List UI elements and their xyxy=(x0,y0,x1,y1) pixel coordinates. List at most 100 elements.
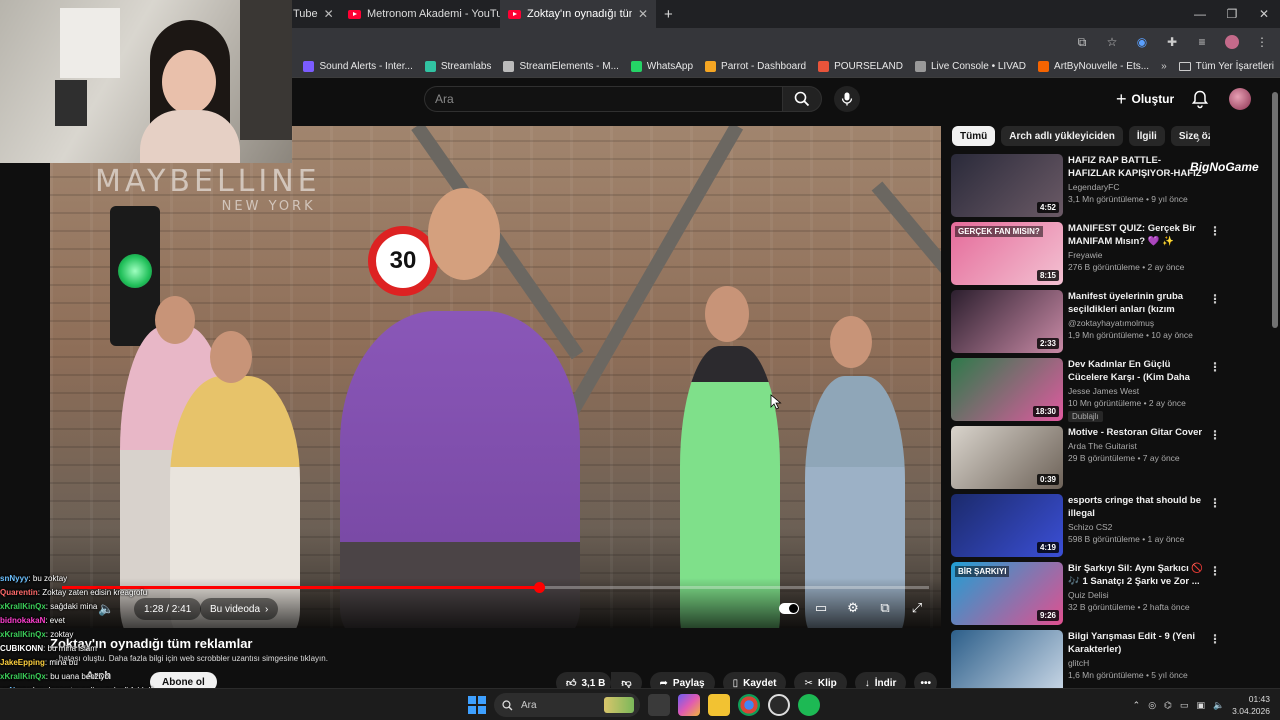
bookmark-item[interactable]: Sound Alerts - Inter... xyxy=(297,61,418,72)
video-thumbnail[interactable] xyxy=(951,630,1063,693)
video-thumbnail[interactable]: 4:19 xyxy=(951,494,1063,557)
recommendation-item[interactable]: BİR ŞARKIYI 9:26 Bir Şarkıyı Sil: Aynı Şar… xyxy=(951,562,1226,630)
more-options-icon[interactable]: ⋮ xyxy=(1209,632,1221,646)
channel-name[interactable]: Quiz Delisi xyxy=(1068,590,1206,600)
fullscreen-icon[interactable]: ⤢ xyxy=(907,598,927,618)
bookmark-item[interactable]: ArtByNouvelle - Ets... xyxy=(1032,61,1155,72)
video-thumbnail[interactable]: BİR ŞARKIYI 9:26 xyxy=(951,562,1063,625)
video-title-link[interactable]: MANIFEST QUIZ: Gerçek Bir MANIFAM Mısın?… xyxy=(1068,222,1206,248)
recommendation-item[interactable]: GERÇEK FAN MISIN? 8:15 MANIFEST QUIZ: Gerç… xyxy=(951,222,1226,290)
recommendation-item[interactable]: 0:39 Motive - Restoran Gitar Cover Arda Th… xyxy=(951,426,1226,494)
channel-name[interactable]: glitcH xyxy=(1068,658,1206,668)
miniplayer-icon[interactable]: ⧉ xyxy=(875,598,895,618)
channel-name[interactable]: LegendaryFC xyxy=(1068,182,1206,192)
recommendation-item[interactable]: 18:30 Dev Kadınlar En Güçlü Cücelere Karş… xyxy=(951,358,1226,426)
chip-all[interactable]: Tümü xyxy=(952,126,996,146)
install-app-icon[interactable]: ⧉ xyxy=(1072,32,1092,52)
bookmark-item[interactable]: Parrot - Dashboard xyxy=(699,61,812,72)
browser-menu-icon[interactable]: ⋮ xyxy=(1252,32,1272,52)
video-thumbnail[interactable]: 4:52 xyxy=(951,154,1063,217)
more-options-icon[interactable]: ⋮ xyxy=(1209,360,1221,374)
bookmark-favicon-icon xyxy=(1038,61,1050,72)
all-bookmarks-folder[interactable]: Tüm Yer İşaretleri xyxy=(1173,61,1280,72)
profile-avatar-icon[interactable] xyxy=(1222,32,1242,52)
close-tab-icon[interactable]: ✕ xyxy=(324,7,334,21)
channel-name[interactable]: Jesse James West xyxy=(1068,386,1206,396)
recommendation-item[interactable]: 2:33 Manifest üyelerinin gruba seçildikle… xyxy=(951,290,1226,358)
video-title-link[interactable]: Bir Şarkıyı Sil: Aynı Şarkıcı 🚫 🎶 1 Sana… xyxy=(1068,562,1206,588)
video-title-link[interactable]: esports cringe that should be illegal xyxy=(1068,494,1206,520)
channel-name[interactable]: Schizo CS2 xyxy=(1068,522,1206,532)
chips-next-chevron-icon[interactable]: › xyxy=(1196,132,1200,146)
close-tab-icon[interactable]: ✕ xyxy=(638,7,648,21)
tray-display-icon[interactable]: ▣ xyxy=(1196,700,1205,711)
notifications-bell-icon[interactable] xyxy=(1190,89,1210,109)
close-window-icon[interactable]: ✕ xyxy=(1248,0,1280,28)
chip-for-you[interactable]: Size öz xyxy=(1170,126,1210,146)
windows-start-icon[interactable] xyxy=(468,696,486,714)
copilot-icon[interactable] xyxy=(678,694,700,716)
more-options-icon[interactable]: ⋮ xyxy=(1209,224,1221,238)
minimize-icon[interactable]: — xyxy=(1184,0,1216,28)
more-options-icon[interactable]: ⋮ xyxy=(1209,428,1221,442)
voice-search-button[interactable] xyxy=(834,86,860,112)
channel-name[interactable]: Arda The Guitarist xyxy=(1068,441,1206,451)
tray-network-icon[interactable]: ⌬ xyxy=(1164,700,1172,711)
settings-gear-icon[interactable]: ⚙ xyxy=(843,598,863,618)
search-button[interactable] xyxy=(782,86,822,112)
search-input[interactable]: Ara xyxy=(424,86,782,112)
recommendation-item[interactable]: 4:19 esports cringe that should be illega… xyxy=(951,494,1226,562)
channel-name[interactable]: @zoktayhayatımolmuş xyxy=(1068,318,1206,328)
bookmark-item[interactable]: Live Console • LIVAD xyxy=(909,61,1032,72)
extension-audio-icon[interactable]: ◉ xyxy=(1132,32,1152,52)
video-title-link[interactable]: Dev Kadınlar En Güçlü Cücelere Karşı - (… xyxy=(1068,358,1206,384)
file-explorer-icon[interactable] xyxy=(708,694,730,716)
taskbar-clock[interactable]: 01:43 3.04.2026 xyxy=(1232,693,1270,717)
video-title-link[interactable]: Manifest üyelerinin gruba seçildikleri a… xyxy=(1068,290,1206,316)
channel-name[interactable]: Freyawie xyxy=(1068,250,1206,260)
maximize-icon[interactable]: ❐ xyxy=(1216,0,1248,28)
taskbar-search[interactable]: Ara xyxy=(494,693,640,717)
spotify-icon[interactable] xyxy=(798,694,820,716)
tray-battery-icon[interactable]: ▭ xyxy=(1180,700,1189,711)
bookmark-item[interactable]: WhatsApp xyxy=(625,61,699,72)
video-thumbnail[interactable]: 18:30 xyxy=(951,358,1063,421)
more-options-icon[interactable]: ⋮ xyxy=(1209,496,1221,510)
task-view-icon[interactable] xyxy=(648,694,670,716)
page-scrollbar[interactable] xyxy=(1270,80,1280,688)
subtitles-icon[interactable]: ▭ xyxy=(811,598,831,618)
tab-search-icon[interactable]: ≡ xyxy=(1192,32,1212,52)
bookmark-star-icon[interactable]: ☆ xyxy=(1102,32,1122,52)
recommendation-item[interactable]: 4:52 HAFIZ RAP BATTLE-HAFIZLAR KAPIŞIYOR-… xyxy=(951,154,1226,222)
webcam-overlay xyxy=(0,0,292,163)
bookmark-item[interactable]: POURSELAND xyxy=(812,61,909,72)
chrome-icon[interactable] xyxy=(738,694,760,716)
video-title-link[interactable]: HAFIZ RAP BATTLE-HAFIZLAR KAPIŞIYOR-HAFI… xyxy=(1068,154,1206,180)
bookmark-item[interactable]: StreamElements - M... xyxy=(497,61,624,72)
tab-active-video[interactable]: Zoktay'ın oynadığı tüm reklaml ✕ xyxy=(500,0,656,28)
scrubber-handle[interactable] xyxy=(533,582,545,593)
scrollbar-thumb[interactable] xyxy=(1272,92,1278,328)
chip-related[interactable]: İlgili xyxy=(1128,126,1165,146)
video-thumbnail[interactable]: 2:33 xyxy=(951,290,1063,353)
bookmarks-overflow-icon[interactable]: » xyxy=(1155,61,1173,72)
autoplay-toggle[interactable] xyxy=(779,598,799,618)
account-avatar[interactable] xyxy=(1229,88,1251,110)
extensions-puzzle-icon[interactable]: ✚ xyxy=(1162,32,1182,52)
bookmark-item[interactable]: Streamlabs xyxy=(419,61,498,72)
tray-chevron-icon[interactable]: ⌃ xyxy=(1133,700,1141,711)
more-options-icon[interactable]: ⋮ xyxy=(1209,292,1221,306)
video-thumbnail[interactable]: GERÇEK FAN MISIN? 8:15 xyxy=(951,222,1063,285)
create-button[interactable]: + Oluştur xyxy=(1116,86,1174,112)
obs-icon[interactable] xyxy=(768,694,790,716)
new-tab-button[interactable]: + xyxy=(656,0,681,28)
more-options-icon[interactable]: ⋮ xyxy=(1209,564,1221,578)
video-title-link[interactable]: Motive - Restoran Gitar Cover xyxy=(1068,426,1206,439)
tray-volume-icon[interactable]: 🔈 xyxy=(1213,700,1224,711)
tab-metronom[interactable]: Metronom Akademi - YouTube ✕ xyxy=(340,0,500,28)
video-player[interactable]: 30 MAYBELLINE NEW YORK xyxy=(50,126,941,628)
chip-from-uploader[interactable]: Arch adlı yükleyiciden xyxy=(1001,126,1123,146)
video-thumbnail[interactable]: 0:39 xyxy=(951,426,1063,489)
tray-app-icon[interactable]: ◎ xyxy=(1148,700,1156,711)
video-title-link[interactable]: Bilgi Yarışması Edit - 9 (Yeni Karakterl… xyxy=(1068,630,1206,656)
